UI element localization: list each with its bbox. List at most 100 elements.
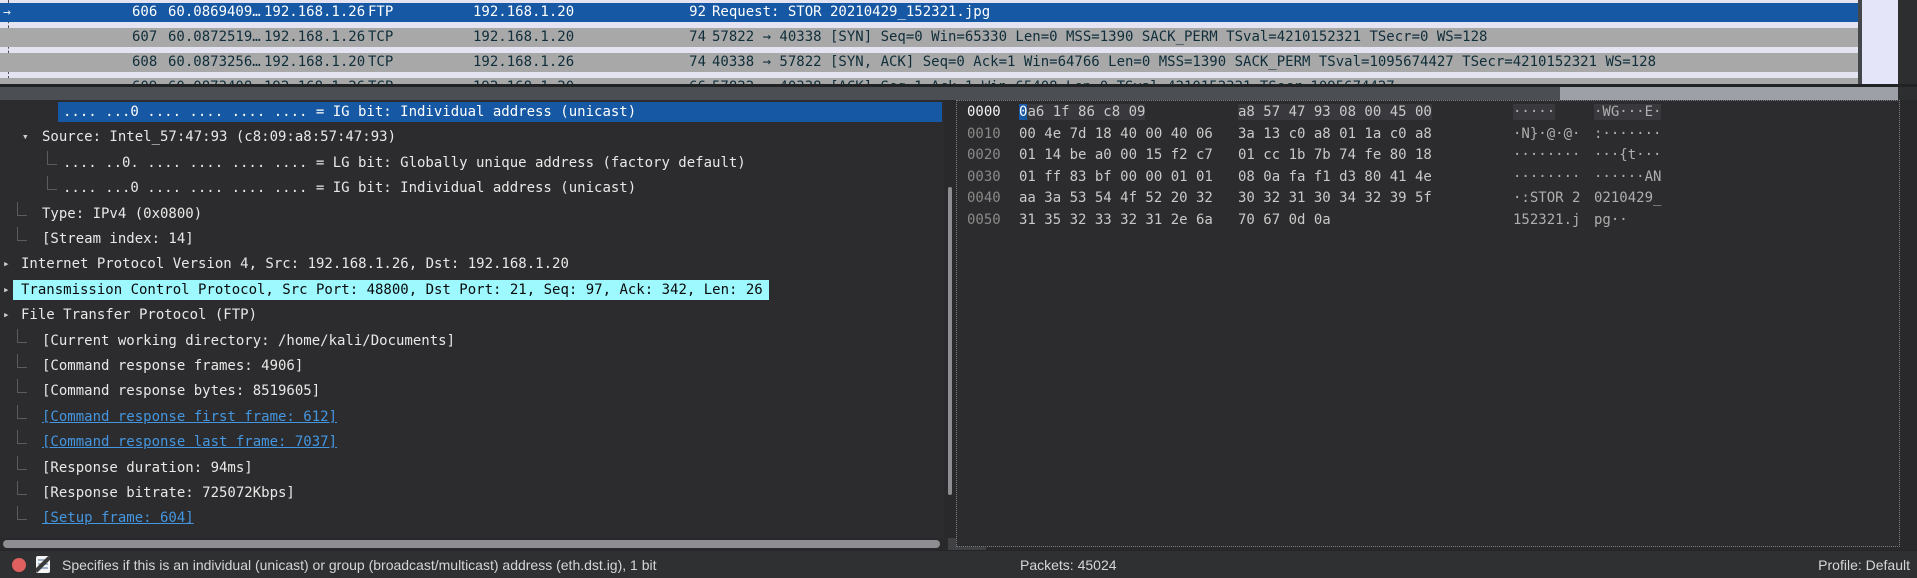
tree-guide-icon: [17, 481, 27, 495]
ascii-group2[interactable]: pg··: [1594, 212, 1628, 228]
detail-row[interactable]: ▾Source: Intel_57:47:93 (c8:09:a8:57:47:…: [0, 127, 944, 147]
chevron-right-icon[interactable]: ▸: [3, 257, 10, 271]
ascii-group2[interactable]: 0210429_: [1594, 190, 1661, 206]
packet-cell-protocol: TCP: [368, 53, 393, 72]
highlight-row-ascii: ·WG···E·: [1594, 104, 1661, 120]
packet-row[interactable]: 60860.0873256…192.168.1.20TCP192.168.1.2…: [0, 53, 1858, 72]
hex-offset: 0030: [967, 169, 1001, 185]
packet-details-tree[interactable]: .... ...0 .... .... .... .... = IG bit: …: [0, 100, 944, 538]
detail-row[interactable]: [Command response last frame: 7037]: [0, 432, 944, 452]
detail-row[interactable]: [Current working directory: /home/kali/D…: [0, 331, 944, 351]
hex-bytes-group1[interactable]: 31 35 32 33 32 31 2e 6a: [1019, 212, 1213, 228]
hex-bytes-group2[interactable]: 08 0a fa f1 d3 80 41 4e: [1238, 169, 1432, 185]
packet-cell-info: 40338 → 57822 [SYN, ACK] Seq=0 Ack=1 Win…: [712, 53, 1656, 72]
packet-cell-length: 74: [660, 53, 706, 72]
profile-selector[interactable]: Profile: Default: [1818, 557, 1910, 573]
packet-cell-destination: 192.168.1.26: [473, 53, 574, 72]
ascii-group2[interactable]: :·······: [1594, 126, 1661, 142]
expert-info-icon[interactable]: [12, 558, 26, 572]
packet-cell-no: 608: [132, 53, 157, 72]
packet-row[interactable]: 60760.0872519…192.168.1.26TCP192.168.1.2…: [0, 28, 1858, 47]
packet-cell-destination: 192.168.1.20: [473, 3, 574, 22]
hex-row[interactable]: 0040aa 3a 53 54 4f 52 20 3230 32 31 30 3…: [957, 190, 1899, 206]
status-bar: Specifies if this is an individual (unic…: [0, 550, 1917, 578]
detail-row[interactable]: [Command response first frame: 612]: [0, 407, 944, 427]
detail-link[interactable]: [Setup frame: 604]: [42, 508, 194, 528]
ascii-group2[interactable]: ···{t···: [1594, 147, 1661, 163]
ascii-group1[interactable]: ·:STOR 2: [1513, 190, 1580, 206]
hex-bytes-group1[interactable]: aa 3a 53 54 4f 52 20 32: [1019, 190, 1213, 206]
ascii-group1[interactable]: ········: [1513, 169, 1580, 185]
packet-cell-source: 192.168.1.26: [264, 3, 365, 22]
tree-guide-icon: [17, 379, 27, 393]
detail-row[interactable]: .... ..0. .... .... .... .... = LG bit: …: [0, 153, 944, 173]
hex-bytes-group1[interactable]: 01 14 be a0 00 15 f2 c7: [1019, 147, 1213, 163]
hex-bytes-group1[interactable]: 00 4e 7d 18 40 00 40 06: [1019, 126, 1213, 142]
detail-row[interactable]: Type: IPv4 (0x0800): [0, 204, 944, 224]
detail-row[interactable]: ▸Transmission Control Protocol, Src Port…: [0, 280, 944, 300]
packet-row[interactable]: →60660.0869409…192.168.1.26FTP192.168.1.…: [0, 3, 1858, 22]
hex-offset: 0000: [967, 104, 1001, 120]
detail-text: .... ...0 .... .... .... .... = IG bit: …: [63, 178, 636, 198]
capture-comment-icon[interactable]: [36, 556, 50, 573]
detail-text: [Stream index: 14]: [42, 229, 194, 249]
detail-link[interactable]: [Command response first frame: 612]: [42, 407, 337, 427]
detail-row[interactable]: [Command response bytes: 8519605]: [0, 381, 944, 401]
detail-text: .... ..0. .... .... .... .... = LG bit: …: [63, 153, 746, 173]
tree-guide-icon: [47, 176, 57, 190]
detail-text: Type: IPv4 (0x0800): [42, 204, 202, 224]
packet-list-hscrollbar[interactable]: [0, 87, 1898, 100]
detail-row[interactable]: ▸File Transfer Protocol (FTP): [0, 305, 944, 325]
detail-row[interactable]: [Response duration: 94ms]: [0, 458, 944, 478]
detail-text: .... ...0 .... .... .... .... = IG bit: …: [58, 102, 942, 122]
chevron-down-icon[interactable]: ▾: [22, 130, 29, 144]
packet-cell-protocol: FTP: [368, 3, 393, 22]
hex-bytes-group2[interactable]: 30 32 31 30 34 32 39 5f: [1238, 190, 1432, 206]
chevron-right-icon[interactable]: ▸: [3, 308, 10, 322]
ascii-group2[interactable]: ······AN: [1594, 169, 1661, 185]
hex-bytes-group1[interactable]: 08 00 27 a6 1f 86 c8 09: [1019, 104, 1027, 120]
detail-row[interactable]: .... ...0 .... .... .... .... = IG bit: …: [0, 178, 944, 198]
ascii-group1[interactable]: 152321.j: [1513, 212, 1580, 228]
packet-list[interactable]: →60660.0869409…192.168.1.26FTP192.168.1.…: [0, 0, 1858, 84]
packet-cell-length: 92: [660, 3, 706, 22]
packet-list-vscrollbar[interactable]: [1862, 0, 1898, 84]
detail-row[interactable]: [Response bitrate: 725072Kbps]: [0, 483, 944, 503]
detail-text: [Command response frames: 4906]: [42, 356, 303, 376]
chevron-right-icon[interactable]: ▸: [3, 283, 10, 297]
packet-details-hscrollbar-handle[interactable]: [3, 540, 940, 548]
packet-bytes-pane[interactable]: 0000 08 00 27 a6 1f 86 c8 09 a8 57 47 93 0…: [956, 100, 1900, 547]
hex-row[interactable]: 005031 35 32 33 32 31 2e 6a70 67 0d 0a15…: [957, 212, 1899, 228]
detail-row[interactable]: [Stream index: 14]: [0, 229, 944, 249]
detail-row[interactable]: [Setup frame: 604]: [0, 508, 944, 528]
hex-bytes-group2[interactable]: 3a 13 c0 a8 01 1a c0 a8: [1238, 126, 1432, 142]
hex-row[interactable]: 0000 08 00 27 a6 1f 86 c8 09 a8 57 47 93 0…: [957, 104, 1899, 120]
wireshark-window: →60660.0869409…192.168.1.26FTP192.168.1.…: [0, 0, 1917, 578]
highlight-row-bytes: a8 57 47 93 08 00 45 00: [1238, 104, 1432, 120]
packet-cell-info: Request: STOR 20210429_152321.jpg: [712, 3, 990, 22]
hex-row[interactable]: 002001 14 be a0 00 15 f2 c701 cc 1b 7b 7…: [957, 147, 1899, 163]
status-message: Specifies if this is an individual (unic…: [62, 557, 657, 573]
detail-row[interactable]: [Command response frames: 4906]: [0, 356, 944, 376]
hex-bytes-group1[interactable]: 01 ff 83 bf 00 00 01 01: [1019, 169, 1213, 185]
tree-guide-icon: [17, 329, 27, 343]
highlight-row-bytes: a6 1f 86 c8 09: [1027, 104, 1145, 120]
tree-guide-icon: [17, 227, 27, 241]
detail-link[interactable]: [Command response last frame: 7037]: [42, 432, 337, 452]
ascii-group1[interactable]: ·N}·@·@·: [1513, 126, 1580, 142]
packet-details-vscrollbar[interactable]: [948, 187, 952, 495]
packet-details-hscrollbar[interactable]: [0, 539, 944, 549]
related-packet-arrow-icon: →: [3, 3, 11, 22]
hex-row[interactable]: 0030 01 ff 83 bf 00 00 01 01 08 0a fa f1 d…: [957, 169, 1899, 185]
packet-list-hscrollbar-handle[interactable]: [0, 87, 1560, 100]
detail-text: [Current working directory: /home/kali/D…: [42, 331, 455, 351]
ascii-group1[interactable]: ········: [1513, 147, 1580, 163]
hex-bytes-group2[interactable]: 01 cc 1b 7b 74 fe 80 18: [1238, 147, 1432, 163]
detail-row[interactable]: ▸Internet Protocol Version 4, Src: 192.1…: [0, 254, 944, 274]
packet-cell-info: 57822 → 40338 [SYN] Seq=0 Win=65330 Len=…: [712, 28, 1487, 47]
hex-bytes-group2[interactable]: 70 67 0d 0a: [1238, 212, 1331, 228]
hex-row[interactable]: 001000 4e 7d 18 40 00 40 063a 13 c0 a8 0…: [957, 126, 1899, 142]
packet-list-hscrollbar-corner: [1898, 87, 1917, 100]
packet-cell-source: 192.168.1.20: [264, 53, 365, 72]
detail-row[interactable]: .... ...0 .... .... .... .... = IG bit: …: [0, 102, 944, 122]
